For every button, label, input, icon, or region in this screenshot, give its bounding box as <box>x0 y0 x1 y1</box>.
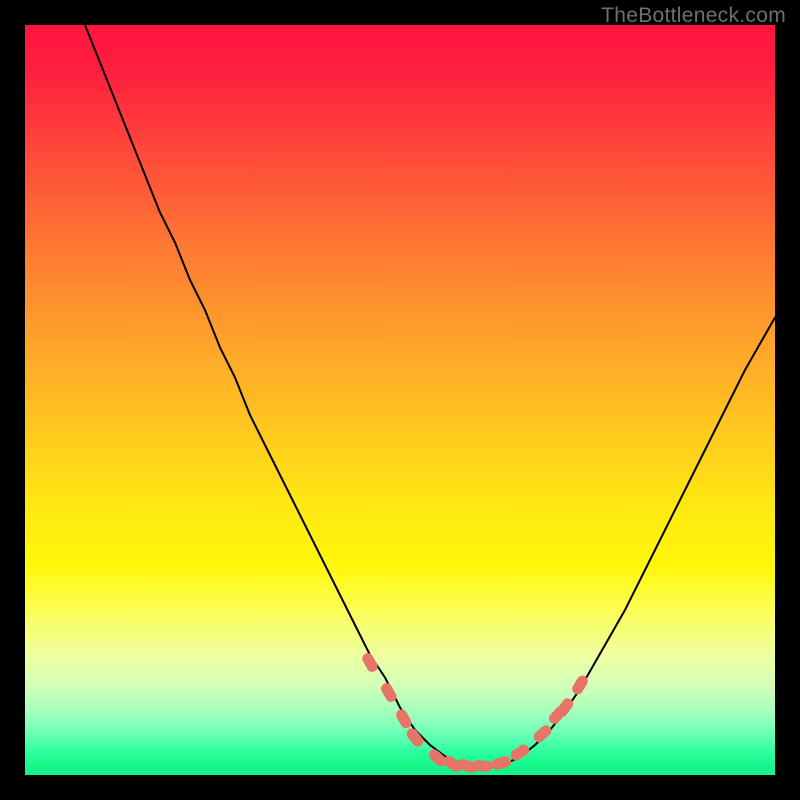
watermark-text: TheBottleneck.com <box>601 4 786 28</box>
curve-marker <box>509 743 532 763</box>
curve-layer <box>25 25 775 775</box>
curve-marker <box>531 723 553 745</box>
curve-marker <box>360 651 379 674</box>
curve-marker <box>394 707 413 730</box>
bottleneck-curve <box>85 25 775 766</box>
plot-area <box>25 25 775 775</box>
curve-marker <box>472 760 493 772</box>
chart-frame: TheBottleneck.com <box>0 0 800 800</box>
curve-markers <box>360 651 590 774</box>
curve-marker <box>490 755 512 771</box>
